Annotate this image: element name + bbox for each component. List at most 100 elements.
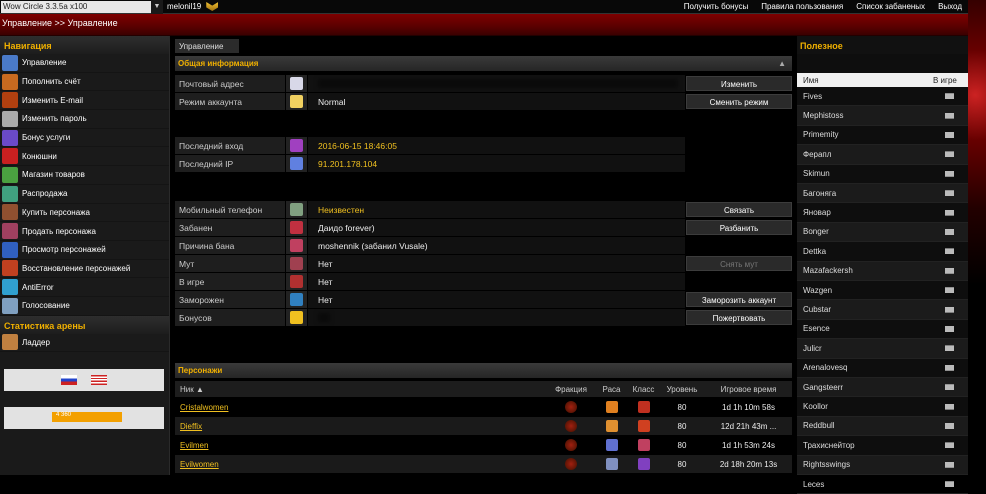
sidebar-item-5[interactable]: Конюшни xyxy=(0,147,169,167)
message-icon[interactable] xyxy=(945,93,954,100)
message-icon[interactable] xyxy=(945,209,954,216)
list-item[interactable]: Янoвaр xyxy=(797,203,968,223)
sidebar-item-13[interactable]: Голосование xyxy=(0,297,169,316)
message-icon[interactable] xyxy=(945,112,954,119)
general-info-title: Общая информация xyxy=(178,59,259,68)
tab-control[interactable]: Управление xyxy=(175,39,239,53)
sidebar-item-8[interactable]: Купить персонажа xyxy=(0,204,169,223)
list-item[interactable]: Бaгoнягa xyxy=(797,184,968,204)
race-cell xyxy=(595,420,628,432)
list-item[interactable]: Bonger xyxy=(797,222,968,243)
action-button[interactable]: Связать xyxy=(686,202,792,217)
class-icon xyxy=(637,439,650,451)
sidebar-item-6[interactable]: Магазин товаров xyxy=(0,166,169,185)
hidden-value xyxy=(318,79,678,88)
message-icon[interactable] xyxy=(945,248,954,255)
action-button[interactable]: Сменить режим xyxy=(686,94,792,109)
list-item[interactable]: Esence xyxy=(797,320,968,340)
list-item[interactable]: Julicr xyxy=(797,339,968,359)
message-icon[interactable] xyxy=(945,422,954,429)
col-class[interactable]: Класс xyxy=(628,385,659,394)
info-row: Причина бана moshennik (забанил Vusale) xyxy=(175,236,792,254)
list-item[interactable]: Wazgen xyxy=(797,281,968,301)
action-button[interactable]: Заморозить аккаунт xyxy=(686,292,792,307)
list-item[interactable]: Arenalovesq xyxy=(797,359,968,378)
info-label: Бонусов xyxy=(175,309,285,326)
message-icon[interactable] xyxy=(945,384,954,391)
message-icon[interactable] xyxy=(945,403,954,410)
action-button[interactable]: Разбанить xyxy=(686,220,792,235)
message-icon[interactable] xyxy=(945,228,954,235)
sidebar-item-4[interactable]: Бонус услуги xyxy=(0,129,169,148)
skull-icon xyxy=(2,110,18,127)
message-icon[interactable] xyxy=(945,364,954,371)
action-button[interactable]: Пожертвовать xyxy=(686,310,792,325)
message-icon[interactable] xyxy=(945,151,954,158)
message-icon[interactable] xyxy=(945,325,954,332)
col-level[interactable]: Уровень xyxy=(659,385,705,394)
link-banned-list[interactable]: Список забаненых xyxy=(856,2,925,11)
sidebar-item-7[interactable]: Распродажа xyxy=(0,185,169,204)
list-item[interactable]: Koollor xyxy=(797,397,968,417)
top-links: Получить бонусы Правила пользования Спис… xyxy=(684,2,962,11)
realm-select[interactable]: Wow Circle 3.3.5a x100 xyxy=(1,0,151,13)
list-item[interactable]: Mazafackersh xyxy=(797,261,968,281)
sidebar-item-12[interactable]: AntiError xyxy=(0,278,169,297)
message-icon[interactable] xyxy=(945,190,954,197)
list-item[interactable]: Fives xyxy=(797,87,968,107)
sidebar-item-3[interactable]: Изменить пароль xyxy=(0,110,169,129)
list-item[interactable]: Skimun xyxy=(797,165,968,184)
sidebar-item-9[interactable]: Продать персонажа xyxy=(0,222,169,241)
sidebar-item-0[interactable]: Управление xyxy=(0,54,169,73)
message-icon[interactable] xyxy=(945,170,954,177)
flag-ru-icon[interactable] xyxy=(61,375,77,385)
info-row: Почтовый адрес Изменить xyxy=(175,74,792,92)
control-icon xyxy=(2,54,18,71)
list-item[interactable]: Dettka xyxy=(797,242,968,262)
chevron-down-icon[interactable]: ▼ xyxy=(151,0,163,14)
sidebar-item-2[interactable]: Изменить E-mail xyxy=(0,91,169,111)
character-link[interactable]: Cristalwomen xyxy=(175,403,547,412)
message-icon[interactable] xyxy=(945,345,954,352)
message-icon[interactable] xyxy=(945,306,954,313)
message-icon[interactable] xyxy=(945,481,954,488)
link-rules[interactable]: Правила пользования xyxy=(761,2,843,11)
list-item[interactable]: Leces xyxy=(797,475,968,494)
col-name[interactable]: Имя xyxy=(797,76,933,85)
flag-us-icon[interactable] xyxy=(91,375,107,385)
message-icon[interactable] xyxy=(945,461,954,468)
message-icon[interactable] xyxy=(945,131,954,138)
counter-banner[interactable]: 4 360 xyxy=(4,407,164,429)
col-time[interactable]: Игровое время xyxy=(705,385,792,394)
info-value-text: Нет xyxy=(318,295,333,305)
list-item[interactable]: Primemity xyxy=(797,126,968,146)
list-item[interactable]: Cubstar xyxy=(797,300,968,320)
list-item[interactable]: Трахиснейтор xyxy=(797,436,968,456)
character-link[interactable]: Dieffix xyxy=(175,422,547,431)
list-item[interactable]: Reddbull xyxy=(797,416,968,437)
col-race[interactable]: Раса xyxy=(595,385,628,394)
list-item[interactable]: Rightsswings xyxy=(797,455,968,475)
list-item[interactable]: Gangsteerr xyxy=(797,378,968,398)
player-name: Wazgen xyxy=(803,285,833,295)
link-get-bonus[interactable]: Получить бонусы xyxy=(684,2,749,11)
link-logout[interactable]: Выход xyxy=(938,2,962,11)
message-icon[interactable] xyxy=(945,287,954,294)
sidebar-item-1[interactable]: Пополнить счёт xyxy=(0,73,169,92)
collapse-icon[interactable]: ▲ xyxy=(778,59,786,68)
message-icon[interactable] xyxy=(945,442,954,449)
col-faction[interactable]: Фракция xyxy=(547,385,595,394)
info-row: Мут Нет Снять мут xyxy=(175,254,792,272)
character-link[interactable]: Evilmen xyxy=(175,441,547,450)
message-icon[interactable] xyxy=(945,267,954,274)
action-button[interactable]: Изменить xyxy=(686,76,792,91)
sidebar-item-ladder[interactable]: Ладдер xyxy=(0,334,169,353)
race-icon xyxy=(605,439,618,451)
col-ingame[interactable]: В игре xyxy=(933,76,957,85)
list-item[interactable]: Mephistoss xyxy=(797,106,968,126)
sidebar-item-10[interactable]: Просмотр персонажей xyxy=(0,241,169,260)
character-link[interactable]: Evilwomen xyxy=(175,460,547,469)
col-nick[interactable]: Ник ▲ xyxy=(175,385,547,394)
list-item[interactable]: Ферапл xyxy=(797,145,968,165)
sidebar-item-11[interactable]: Восстановление персонажей xyxy=(0,260,169,279)
